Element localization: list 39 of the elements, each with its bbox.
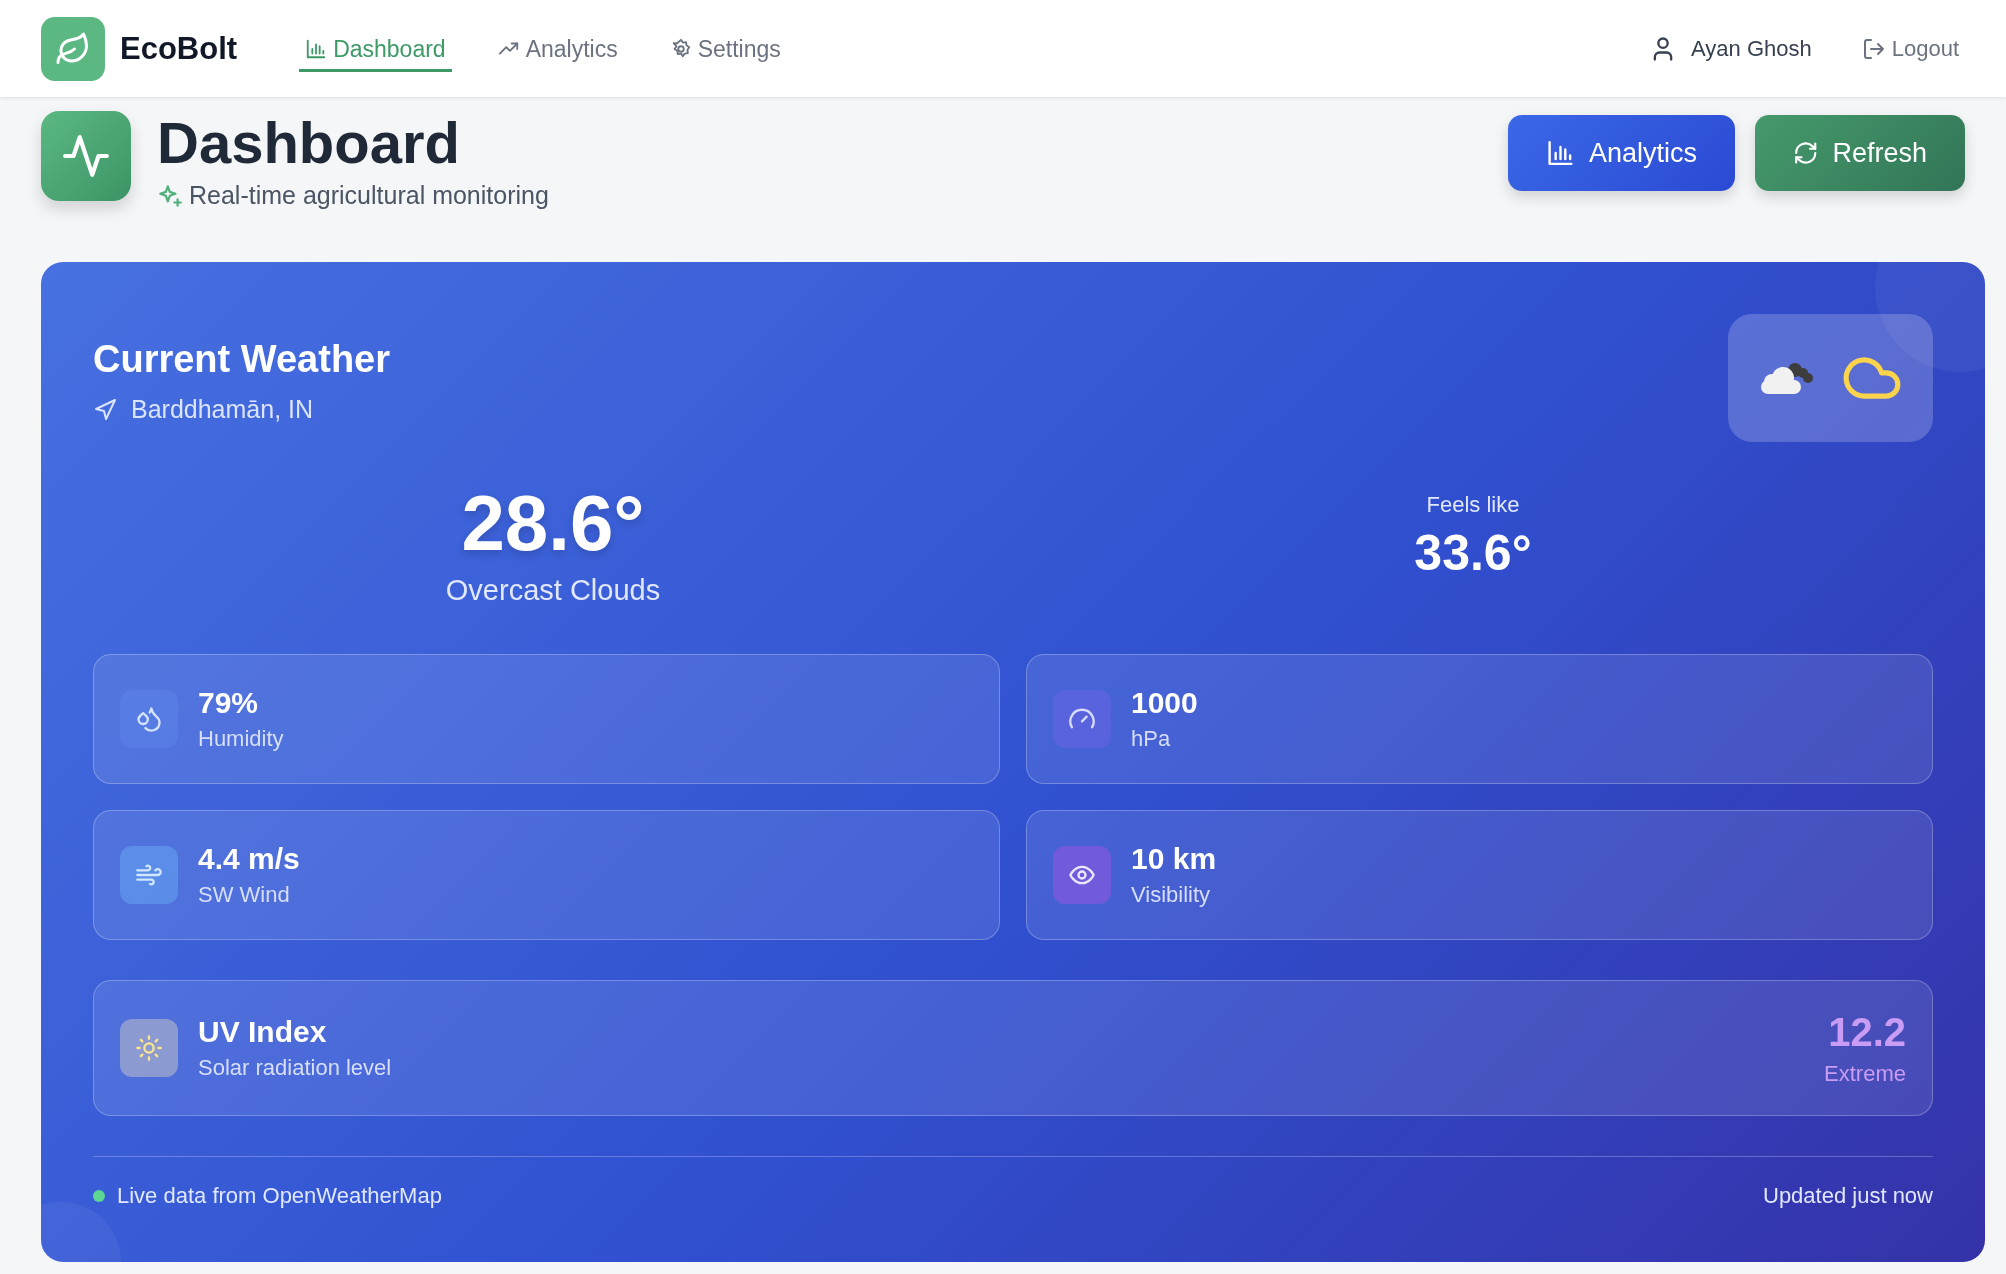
logout-icon xyxy=(1861,36,1886,61)
page-subtitle: Real-time agricultural monitoring xyxy=(189,181,549,210)
feels-like-label: Feels like xyxy=(1426,492,1520,518)
refresh-button[interactable]: Refresh xyxy=(1755,115,1965,191)
live-dot xyxy=(93,1190,105,1202)
logout-button[interactable]: Logout xyxy=(1855,34,1965,63)
user-name: Ayan Ghosh xyxy=(1691,35,1812,62)
stat-label: hPa xyxy=(1131,726,1172,752)
uv-title: UV Index xyxy=(198,1015,328,1049)
leaf-icon xyxy=(55,30,91,67)
uv-level-label: Extreme xyxy=(1824,1060,1906,1087)
sparkles-icon xyxy=(157,182,183,209)
page-title: Dashboard xyxy=(157,111,461,175)
stat-value: 1000 xyxy=(1131,686,1198,720)
stat-value: 79% xyxy=(198,686,260,720)
brand-name: EcoBolt xyxy=(120,30,238,67)
feels-like-value: 33.6° xyxy=(1414,524,1532,582)
navigation-icon xyxy=(93,397,117,422)
condition-text: Overcast Clouds xyxy=(445,574,661,607)
droplets-icon xyxy=(135,705,163,733)
nav-tab[interactable]: Dashboard xyxy=(299,25,452,72)
stat-value: 10 km xyxy=(1131,842,1217,876)
stat-label: Visibility xyxy=(1131,882,1212,908)
updated-text: Updated just now xyxy=(1763,1183,1933,1209)
analytics-button[interactable]: Analytics xyxy=(1508,115,1735,191)
bar-chart-icon xyxy=(305,38,328,60)
nav-tab[interactable]: Analytics xyxy=(491,25,624,72)
uv-subtitle: Solar radiation level xyxy=(198,1055,392,1081)
stat-value: 4.4 m/s xyxy=(198,842,300,876)
sun-icon xyxy=(135,1034,163,1062)
temperature: 28.6° xyxy=(461,478,645,568)
stat-label: Humidity xyxy=(198,726,284,752)
nav-tab[interactable]: Settings xyxy=(663,25,787,72)
source-text: Live data from OpenWeatherMap xyxy=(117,1183,442,1209)
uv-value: 12.2 xyxy=(1827,1009,1906,1055)
location-text: Barddhamān, IN xyxy=(131,395,314,424)
weather-title: Current Weather xyxy=(93,338,391,381)
activity-icon xyxy=(41,111,131,201)
stat-label: SW Wind xyxy=(198,882,291,908)
